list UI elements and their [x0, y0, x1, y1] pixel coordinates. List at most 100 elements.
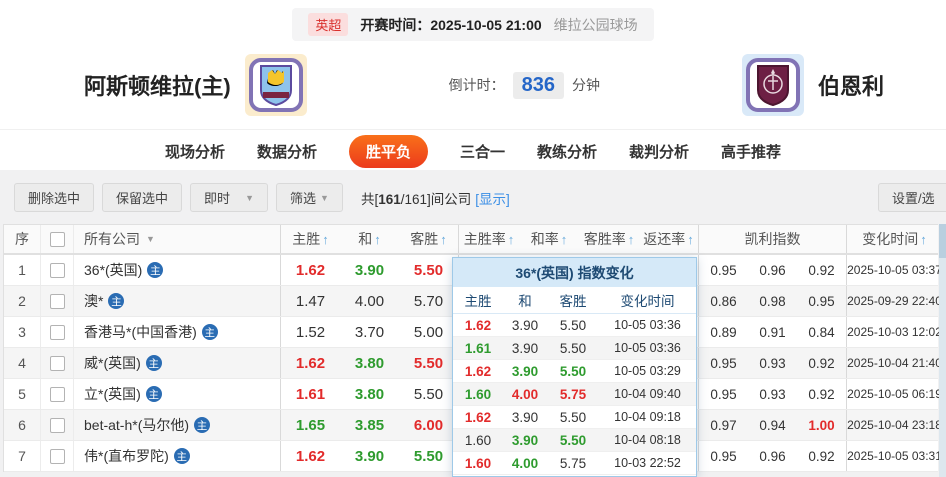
countdown-value: 836	[513, 72, 564, 99]
kelly-cell: 0.94	[748, 410, 797, 440]
odds-cell: 3.90	[340, 255, 399, 285]
company-cell[interactable]: 澳*主	[74, 286, 281, 316]
odds-cell: 1.61	[281, 379, 340, 409]
tab-win-draw-lose[interactable]: 胜平负	[349, 135, 428, 168]
row-checkbox[interactable]	[50, 418, 65, 433]
row-checkbox[interactable]	[50, 263, 65, 278]
row-checkbox[interactable]	[50, 294, 65, 309]
change-time-header[interactable]: 变化时间↑	[847, 225, 942, 253]
popup-time-cell: 10-05 03:36	[599, 337, 696, 359]
company-name[interactable]: 36*(英国)	[84, 260, 142, 280]
popup-odds-cell: 1.62	[453, 314, 503, 336]
popup-odds-cell: 5.50	[547, 360, 599, 382]
company-cell[interactable]: 香港马*(中国香港) 主	[74, 317, 281, 347]
tab-live-analysis[interactable]: 现场分析	[165, 141, 225, 162]
company-name[interactable]: 香港马*(中国香港)	[84, 322, 197, 342]
sort-up-icon: ↑	[920, 232, 927, 247]
row-checkbox-cell	[41, 317, 74, 347]
popup-odds-cell: 3.90	[503, 406, 547, 428]
popup-odds-cell: 4.00	[503, 383, 547, 405]
row-checkbox-cell	[41, 441, 74, 471]
popup-odds-cell: 3.90	[503, 429, 547, 451]
company-cell[interactable]: 威*(英国)主	[74, 348, 281, 378]
keep-selected-button[interactable]: 保留选中	[102, 183, 182, 212]
popup-odds-cell: 3.90	[503, 314, 547, 336]
kelly-cell: 0.95	[699, 379, 748, 409]
change-time-cell: 2025-10-04 21:40	[847, 348, 942, 378]
show-link[interactable]: [显示]	[475, 192, 510, 207]
popup-time-cell: 10-05 03:29	[599, 360, 696, 382]
away-odds-label: 客胜	[410, 229, 438, 249]
sort-up-icon: ↑	[561, 232, 568, 247]
match-odds-page: 英超 开赛时间：2025-10-05 21:00 维拉公园球场 阿斯顿维拉(主)…	[0, 0, 946, 477]
select-all-checkbox[interactable]	[50, 232, 65, 247]
host-badge-icon: 主	[146, 386, 162, 402]
company-cell[interactable]: 伟*(直布罗陀)主	[74, 441, 281, 471]
select-all-cell	[41, 225, 74, 253]
tab-data-analysis[interactable]: 数据分析	[257, 141, 317, 162]
odds-cell: 1.52	[281, 317, 340, 347]
draw-rate-header[interactable]: 和率↑	[519, 225, 579, 253]
kelly-cell: 0.92	[797, 255, 847, 285]
company-cell[interactable]: 立*(英国) 主	[74, 379, 281, 409]
popup-odds-row: 1.623.905.5010-04 09:18	[453, 406, 696, 429]
filter-dropdown[interactable]: 筛选 ▼	[276, 183, 343, 212]
home-odds-header[interactable]: 主胜↑	[281, 225, 340, 253]
company-name[interactable]: 威*(英国)	[84, 353, 141, 373]
return-rate-header[interactable]: 返还率↑	[639, 225, 699, 253]
kelly-header: 凯利指数	[699, 225, 847, 253]
company-name[interactable]: 澳*	[84, 291, 103, 311]
company-cell[interactable]: 36*(英国) 主	[74, 255, 281, 285]
kickoff-time: 开赛时间：2025-10-05 21:00	[360, 15, 541, 35]
sort-up-icon: ↑	[440, 232, 447, 247]
host-badge-icon: 主	[147, 262, 163, 278]
odds-cell: 5.70	[399, 286, 459, 316]
row-checkbox[interactable]	[50, 325, 65, 340]
company-header-label: 所有公司	[84, 229, 140, 249]
host-badge-icon: 主	[194, 417, 210, 433]
popup-odds-row: 1.603.905.5010-04 08:18	[453, 429, 696, 452]
kelly-cell: 0.95	[699, 255, 748, 285]
company-header[interactable]: 所有公司 ▼	[74, 225, 281, 253]
company-name[interactable]: bet-at-h*(马尔他)	[84, 415, 189, 435]
popup-time-cell: 10-04 09:40	[599, 383, 696, 405]
row-checkbox[interactable]	[50, 387, 65, 402]
away-rate-header[interactable]: 客胜率↑	[579, 225, 639, 253]
count-prefix: 共[	[361, 192, 378, 207]
delete-selected-button[interactable]: 删除选中	[14, 183, 94, 212]
company-name[interactable]: 伟*(直布罗陀)	[84, 446, 169, 466]
tab-three-in-one[interactable]: 三合一	[460, 141, 505, 162]
popup-odds-cell: 5.75	[547, 383, 599, 405]
time-filter-dropdown[interactable]: 即时 ▼	[190, 183, 268, 212]
draw-odds-header[interactable]: 和↑	[340, 225, 399, 253]
popup-odds-cell: 4.00	[503, 452, 547, 474]
scrollbar-track[interactable]	[939, 224, 946, 477]
company-name[interactable]: 立*(英国)	[84, 384, 141, 404]
kelly-cell: 0.95	[699, 348, 748, 378]
seq-header: 序	[4, 225, 41, 253]
settings-button[interactable]: 设置/选	[878, 183, 946, 212]
home-odds-label: 主胜	[292, 229, 320, 249]
company-cell[interactable]: bet-at-h*(马尔他) 主	[74, 410, 281, 440]
home-rate-header[interactable]: 主胜率↑	[459, 225, 519, 253]
away-odds-header[interactable]: 客胜↑	[399, 225, 459, 253]
row-seq: 6	[4, 410, 41, 440]
kickoff-label: 开赛时间：	[360, 17, 430, 33]
tab-coach-analysis[interactable]: 教练分析	[537, 141, 597, 162]
odds-cell: 4.00	[340, 286, 399, 316]
sort-up-icon: ↑	[508, 232, 515, 247]
row-seq: 5	[4, 379, 41, 409]
tab-expert-picks[interactable]: 高手推荐	[721, 141, 781, 162]
countdown-label: 倒计时：	[449, 75, 505, 95]
host-badge-icon: 主	[202, 324, 218, 340]
draw-odds-label: 和	[358, 229, 372, 249]
change-time-cell: 2025-10-04 23:18	[847, 410, 942, 440]
table-toolbar: 删除选中 保留选中 即时 ▼ 筛选 ▼ 共[161/161]间公司[显示] 设置…	[0, 170, 946, 224]
chevron-down-icon: ▼	[146, 234, 155, 244]
row-checkbox[interactable]	[50, 449, 65, 464]
row-checkbox-cell	[41, 348, 74, 378]
row-checkbox[interactable]	[50, 356, 65, 371]
sort-up-icon: ↑	[628, 232, 635, 247]
scrollbar-thumb[interactable]	[939, 224, 946, 258]
tab-referee-analysis[interactable]: 裁判分析	[629, 141, 689, 162]
